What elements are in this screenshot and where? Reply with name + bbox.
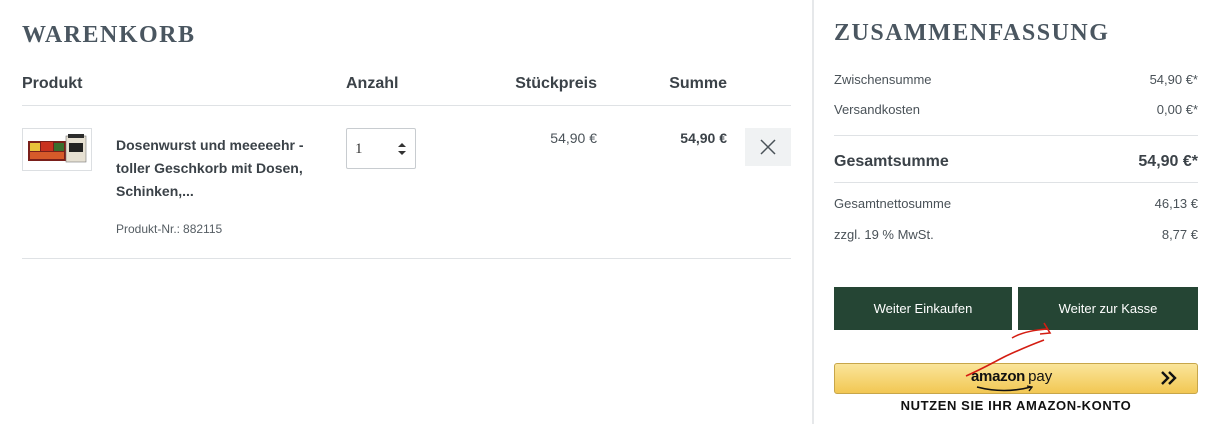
product-number-value: 882115 <box>183 222 223 236</box>
grand-total-label: Gesamtsumme <box>834 153 949 170</box>
header-divider <box>22 105 791 106</box>
double-chevron-right-icon <box>1161 371 1177 385</box>
subtotal-label: Zwischensumme <box>834 72 932 87</box>
product-name-link[interactable]: Dosenwurst und meeeeehr - toller Geschko… <box>116 134 316 203</box>
cart-section: WARENKORB Produkt Anzahl Stückpreis Summ… <box>0 0 812 424</box>
quantity-value: 1 <box>355 141 363 157</box>
subtotal-value: 54,90 €* <box>1149 72 1198 87</box>
remove-item-button[interactable] <box>745 128 791 166</box>
product-number-label: Produkt-Nr.: <box>116 222 181 236</box>
shipping-label: Versandkosten <box>834 102 921 117</box>
net-total-label: Gesamtnettosumme <box>834 196 952 211</box>
amazon-pay-caption: NUTZEN SIE IHR AMAZON-KONTO <box>900 398 1132 413</box>
column-header-quantity: Anzahl <box>346 75 399 92</box>
column-header-total: Summe <box>669 75 727 92</box>
unit-price: 54,90 € <box>550 130 597 146</box>
column-header-product: Produkt <box>22 75 83 92</box>
line-total: 54,90 € <box>680 130 727 146</box>
annotation-arrow-icon <box>965 322 1052 377</box>
row-divider <box>22 258 791 259</box>
grand-total-value: 54,90 €* <box>1138 153 1198 170</box>
column-header-unit-price: Stückpreis <box>515 75 597 92</box>
shipping-value: 0,00 €* <box>1156 102 1198 117</box>
product-number: Produkt-Nr.: 882115 <box>116 222 225 236</box>
cart-title: WARENKORB <box>22 22 196 48</box>
vat-value: 8,77 € <box>1161 227 1198 242</box>
product-image[interactable] <box>22 128 92 171</box>
vat-label: zzgl. 19 % MwSt. <box>834 227 934 242</box>
summary-section: ZUSAMMENFASSUNG Zwischensumme 54,90 €* V… <box>814 0 1220 424</box>
close-icon <box>760 139 776 155</box>
summary-divider <box>834 135 1198 136</box>
amazon-smile-icon <box>976 385 1033 392</box>
quantity-select[interactable]: 1 <box>346 128 416 169</box>
net-total-value: 46,13 € <box>1154 196 1198 211</box>
summary-title: ZUSAMMENFASSUNG <box>834 20 1110 46</box>
summary-divider-2 <box>834 182 1198 183</box>
select-arrows-icon <box>398 143 406 155</box>
